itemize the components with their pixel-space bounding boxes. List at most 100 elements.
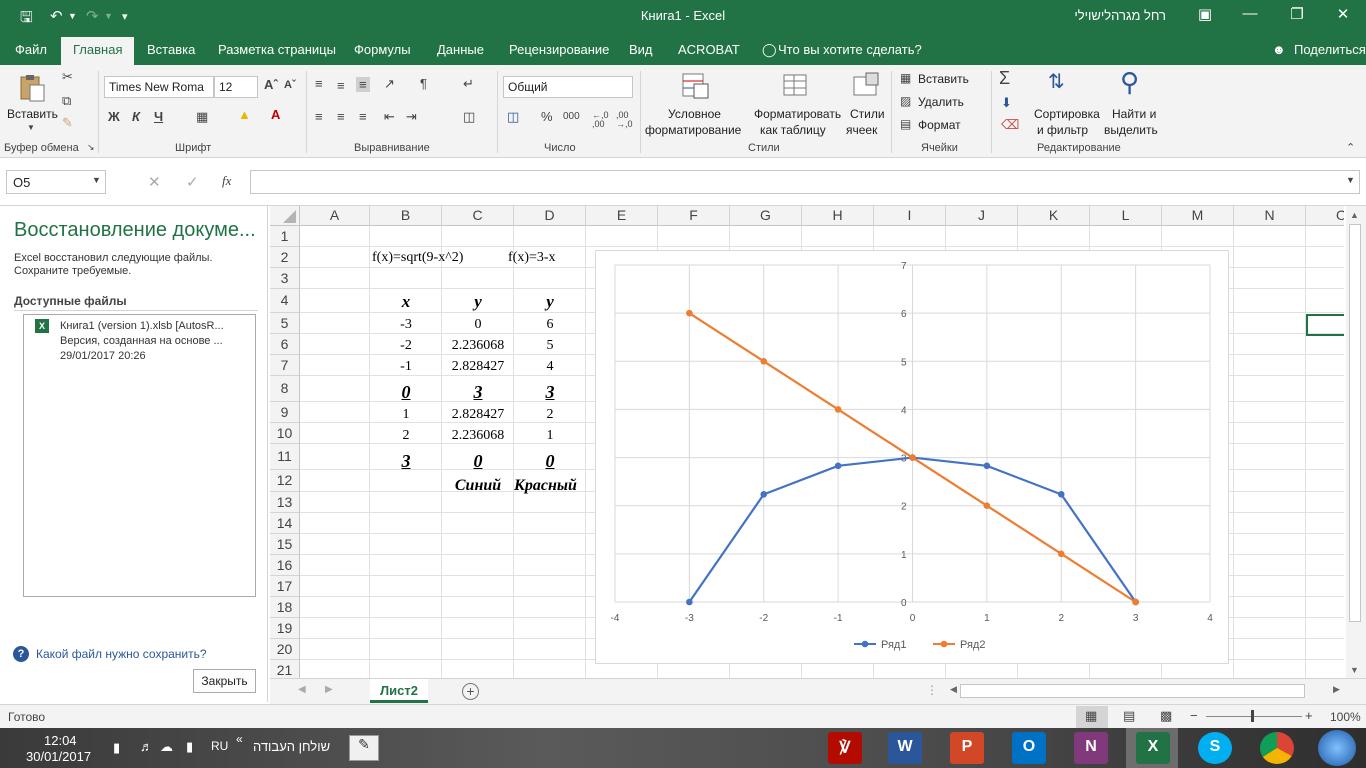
onenote-taskbar-icon[interactable]: N <box>1074 732 1108 764</box>
row-header-7[interactable]: 7 <box>270 355 300 376</box>
format-as-table-line2[interactable]: как таблицу <box>760 123 826 137</box>
fill-color-icon[interactable]: ▲ <box>238 107 251 122</box>
increase-decimal-button[interactable]: ←,0 ,00 <box>592 111 610 129</box>
cell-styles-line1[interactable]: Стили <box>850 107 885 121</box>
bold-button[interactable]: Ж <box>108 109 120 124</box>
scroll-up-icon[interactable]: ▲ <box>1350 210 1359 220</box>
cell-c11[interactable]: 0 <box>442 451 514 472</box>
italic-button[interactable]: К <box>132 109 140 124</box>
sort-filter-line2[interactable]: и фильтр <box>1037 123 1088 137</box>
percent-button[interactable]: % <box>541 109 553 124</box>
cell-c6[interactable]: 2.236068 <box>442 338 514 354</box>
tab-home[interactable]: Главная <box>61 37 135 65</box>
tab-formulas[interactable]: Формулы <box>354 42 411 57</box>
close-window-button[interactable]: ✕ <box>1333 5 1353 23</box>
expand-formula-icon[interactable]: ▼ <box>1346 175 1355 185</box>
align-middle-icon[interactable]: ≡ <box>337 78 345 93</box>
column-header-f[interactable]: F <box>658 206 730 226</box>
tab-insert[interactable]: Вставка <box>147 42 195 57</box>
wrap-text-icon[interactable]: ↵ <box>463 76 474 92</box>
row-header-9[interactable]: 9 <box>270 402 300 423</box>
zoom-in-icon[interactable]: + <box>1305 708 1313 723</box>
chart[interactable]: -4 -3 -2 -1 0 1 2 3 4 0 1 2 3 4 5 6 7 Ряд1 Ряд2 <box>595 250 1229 664</box>
add-sheet-icon[interactable]: + <box>462 683 479 700</box>
row-header-20[interactable]: 20 <box>270 639 300 660</box>
cell-b5[interactable]: -3 <box>370 317 442 333</box>
scroll-down-icon[interactable]: ▼ <box>1350 665 1359 675</box>
battery-icon[interactable]: ▮ <box>186 739 193 755</box>
cell-b4[interactable]: x <box>370 292 442 312</box>
tell-me-input[interactable]: Что вы хотите сделать? <box>778 42 922 57</box>
column-header-e[interactable]: E <box>586 206 658 226</box>
align-bottom-icon[interactable]: ≡ <box>356 77 370 92</box>
zoom-level[interactable]: 100% <box>1330 710 1361 724</box>
insert-cells-button[interactable]: Вставить <box>918 72 969 86</box>
cell-b2[interactable]: f(x)=sqrt(9-x^2) <box>372 250 502 266</box>
column-header-h[interactable]: H <box>802 206 874 226</box>
vertical-scrollbar[interactable]: ▲ ▼ <box>1346 206 1366 678</box>
sort-filter-line1[interactable]: Сортировка <box>1034 107 1100 121</box>
column-header-a[interactable]: A <box>300 206 370 226</box>
cell-d5[interactable]: 6 <box>514 317 586 333</box>
cell-c8[interactable]: 3 <box>442 382 514 403</box>
cell-c5[interactable]: 0 <box>442 317 514 333</box>
align-right-icon[interactable]: ≡ <box>359 109 367 124</box>
cell-d6[interactable]: 5 <box>514 338 586 354</box>
align-top-icon[interactable]: ≡ <box>315 76 323 91</box>
cell-b10[interactable]: 2 <box>370 428 442 444</box>
excel-taskbar-icon[interactable]: X <box>1136 732 1170 764</box>
cell-c10[interactable]: 2.236068 <box>442 428 514 444</box>
format-cells-button[interactable]: Формат <box>918 118 961 132</box>
row-header-21[interactable]: 21 <box>270 660 300 678</box>
row-header-19[interactable]: 19 <box>270 618 300 639</box>
decrease-decimal-button[interactable]: ,00 →,0 <box>616 111 634 129</box>
column-header-k[interactable]: K <box>1018 206 1090 226</box>
sheet-tab-list2[interactable]: Лист2 <box>370 679 428 703</box>
chart-plot[interactable]: -4 -3 -2 -1 0 1 2 3 401234567Ряд1 Ряд2 <box>596 251 1230 665</box>
column-header-j[interactable]: J <box>946 206 1018 226</box>
cell-d7[interactable]: 4 <box>514 359 586 375</box>
find-select-line1[interactable]: Найти и <box>1112 107 1156 121</box>
format-as-table-icon[interactable] <box>782 71 812 101</box>
font-color-icon[interactable]: A <box>271 107 280 122</box>
insert-cells-icon[interactable]: ▦ <box>900 71 911 85</box>
enter-icon[interactable]: ✓ <box>186 173 199 191</box>
column-header-n[interactable]: N <box>1234 206 1306 226</box>
page-layout-view-icon[interactable]: ▤ <box>1123 708 1135 724</box>
paste-icon[interactable] <box>17 73 47 103</box>
column-header-d[interactable]: D <box>514 206 586 226</box>
page-break-view-icon[interactable]: ▩ <box>1160 708 1172 724</box>
underline-button[interactable]: Ч <box>154 109 163 124</box>
scroll-right-icon[interactable]: ▶ <box>1333 684 1340 695</box>
row-header-15[interactable]: 15 <box>270 534 300 555</box>
row-header-3[interactable]: 3 <box>270 268 300 289</box>
share-button[interactable]: Поделиться <box>1294 42 1366 57</box>
row-header-17[interactable]: 17 <box>270 576 300 597</box>
conditional-format-line2[interactable]: форматирование <box>645 123 741 137</box>
start-button[interactable] <box>1318 730 1356 766</box>
cell-c9[interactable]: 2.828427 <box>442 407 514 423</box>
format-as-table-line1[interactable]: Форматировать <box>754 107 841 121</box>
column-header-o[interactable]: O <box>1306 206 1344 226</box>
tab-view[interactable]: Вид <box>629 42 653 57</box>
cell-d2[interactable]: f(x)=3-x <box>508 250 578 266</box>
cut-icon[interactable]: ✂ <box>62 69 73 85</box>
row-header-4[interactable]: 4 <box>270 289 300 313</box>
cell-d8[interactable]: 3 <box>514 382 586 403</box>
paste-button[interactable]: Вставить <box>7 107 58 121</box>
show-hidden-icons[interactable]: « <box>236 732 243 746</box>
fill-icon[interactable]: ⬇ <box>1001 95 1012 111</box>
next-sheet-icon[interactable]: ▶ <box>325 684 333 695</box>
row-header-13[interactable]: 13 <box>270 492 300 513</box>
which-file-help-link[interactable]: Какой файл нужно сохранить? <box>36 647 207 661</box>
rtl-icon[interactable]: ¶ <box>420 76 427 91</box>
prev-sheet-icon[interactable]: ◀ <box>298 684 306 695</box>
zoom-slider-thumb[interactable] <box>1251 710 1254 722</box>
format-painter-icon[interactable]: ✎ <box>62 115 73 131</box>
row-header-14[interactable]: 14 <box>270 513 300 534</box>
restore-button[interactable]: ❐ <box>1287 5 1307 23</box>
desktop-toolbar-label[interactable]: שולחן העבודה <box>253 739 330 754</box>
sort-filter-icon[interactable]: ⇅ <box>1048 69 1065 94</box>
row-header-10[interactable]: 10 <box>270 423 300 444</box>
user-name[interactable]: רחל מגרהלישוילי <box>1074 8 1166 23</box>
